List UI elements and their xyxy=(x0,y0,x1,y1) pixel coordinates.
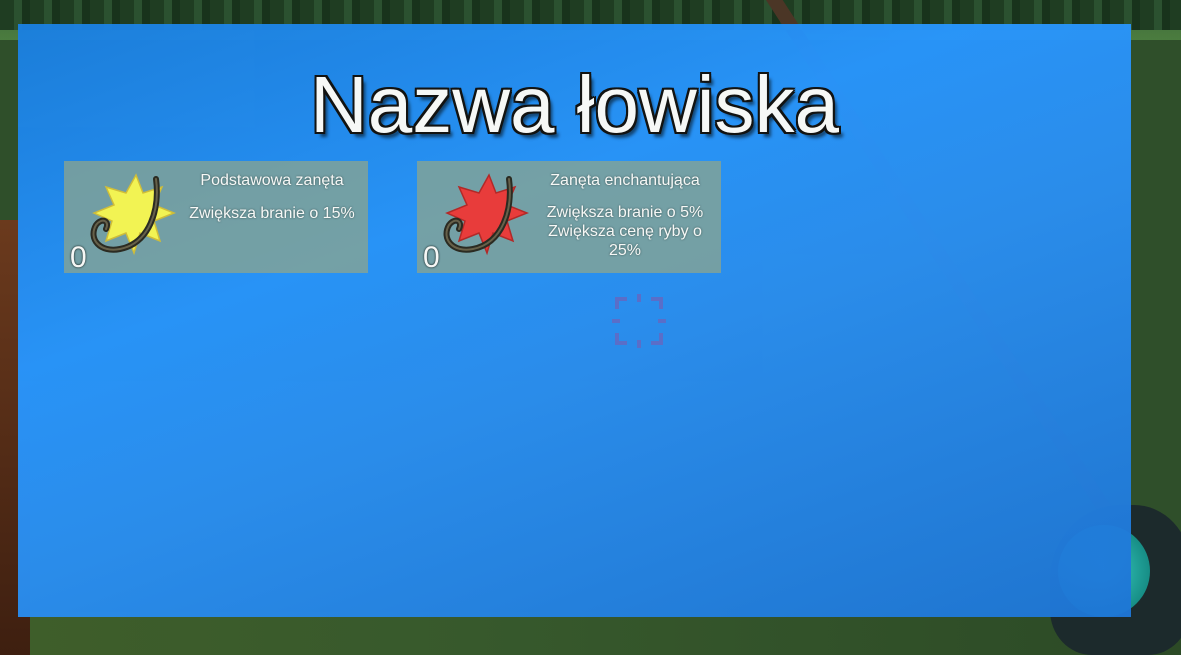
bait-card-basic[interactable]: 0 Podstawowa zanęta Zwiększa branie o 15… xyxy=(64,161,368,274)
bait-name: Podstawowa zanęta xyxy=(200,172,344,189)
fishery-title: Nazwa łowiska xyxy=(309,60,840,149)
yellow-star-hook-icon xyxy=(90,173,177,256)
bait-info: Podstawowa zanęta Zwiększa branie o 15% xyxy=(182,171,362,223)
bait-count: 0 xyxy=(70,241,87,274)
fishery-panel: Nazwa łowiska 0 Podstawowa zanęta Zwięks… xyxy=(18,24,1131,617)
bait-description: Zwiększa branie o 15% xyxy=(189,205,355,222)
bait-count: 0 xyxy=(423,241,440,274)
crosshair-icon xyxy=(612,294,666,348)
red-star-hook-icon xyxy=(443,173,530,256)
bait-card-enchanting[interactable]: 0 Zanęta enchantująca Zwiększa branie o … xyxy=(417,161,721,274)
bait-name: Zanęta enchantująca xyxy=(550,172,700,189)
bait-info: Zanęta enchantująca Zwiększa branie o 5%… xyxy=(535,171,715,260)
bait-description: Zwiększa branie o 5% Zwiększa cenę ryby … xyxy=(546,204,704,259)
background-grass xyxy=(0,612,1181,655)
